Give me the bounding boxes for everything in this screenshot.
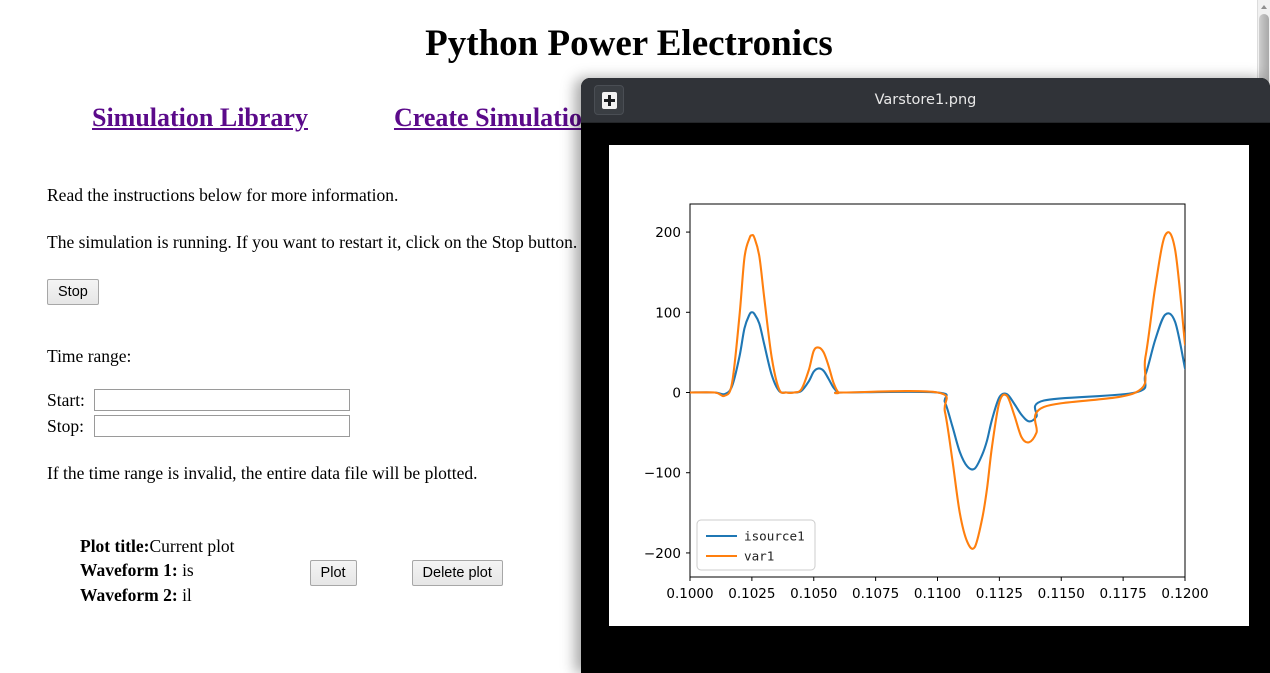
y-tick-label: −200 (644, 546, 681, 562)
viewer-body: 0.1000 0.1025 0.1050 0.1075 0.1100 0.1125 0.11… (581, 123, 1270, 673)
y-tick-label: 100 (655, 305, 681, 321)
legend-label-isource1: isource1 (744, 529, 805, 544)
plot-info: Plot title:Current plot Waveform 1: is W… (80, 534, 235, 607)
waveform2-row: Waveform 2: il (80, 583, 235, 607)
figure-canvas: 0.1000 0.1025 0.1050 0.1075 0.1100 0.1125 0.11… (609, 145, 1249, 626)
start-time-input[interactable] (94, 389, 350, 412)
stop-time-input[interactable] (94, 415, 350, 438)
y-tick-label: 200 (655, 225, 681, 241)
waveform2-value: il (182, 584, 192, 605)
plot-actions: Plot Delete plot (309, 560, 503, 587)
x-tick-label: 0.1050 (790, 586, 837, 602)
plus-box-icon[interactable] (594, 85, 624, 115)
legend-label-var1: var1 (744, 549, 774, 564)
nav-link-simulation-library[interactable]: Simulation Library (92, 103, 308, 133)
waveform-chart: 0.1000 0.1025 0.1050 0.1075 0.1100 0.1125 0.11… (609, 145, 1249, 626)
waveform1-label: Waveform 1: (80, 560, 178, 581)
y-tick-label: −100 (644, 466, 681, 482)
waveform1-value: is (182, 560, 194, 581)
chart-legend: isource1 var1 (696, 519, 816, 571)
x-tick-label: 0.1025 (728, 586, 775, 602)
x-tick-label: 0.1100 (914, 586, 961, 602)
x-tick-label: 0.1075 (852, 586, 899, 602)
page-title: Python Power Electronics (425, 23, 833, 64)
scroll-up-arrow-icon[interactable] (1258, 0, 1270, 13)
nav-link-create-simulation[interactable]: Create Simulation (394, 103, 596, 133)
viewer-titlebar[interactable]: Varstore1.png (581, 78, 1270, 123)
plot-title-label: Plot title: (80, 536, 150, 557)
x-tick-label: 0.1175 (1100, 586, 1147, 602)
stop-label: Stop: (47, 415, 84, 436)
x-tick-label: 0.1125 (976, 586, 1023, 602)
x-tick-label: 0.1000 (666, 586, 713, 602)
x-tick-label: 0.1200 (1161, 586, 1208, 602)
scrollbar-thumb[interactable] (1259, 14, 1269, 86)
waveform1-row: Waveform 1: is (80, 558, 235, 582)
y-tick-label: 0 (672, 386, 681, 402)
waveform2-label: Waveform 2: (80, 584, 178, 605)
plot-button[interactable]: Plot (309, 560, 357, 587)
plot-title-value: Current plot (149, 536, 235, 557)
viewer-window-title: Varstore1.png (874, 92, 977, 108)
stop-button[interactable]: Stop (47, 279, 99, 306)
plot-title-row: Plot title:Current plot (80, 534, 235, 558)
x-tick-label: 0.1150 (1038, 586, 1085, 602)
delete-plot-button[interactable]: Delete plot (411, 560, 503, 587)
plus-glyph (601, 91, 617, 109)
start-label: Start: (47, 389, 85, 410)
image-viewer-window[interactable]: Varstore1.png 0.1000 0.1025 0.1050 0.1075 0.… (581, 78, 1270, 673)
